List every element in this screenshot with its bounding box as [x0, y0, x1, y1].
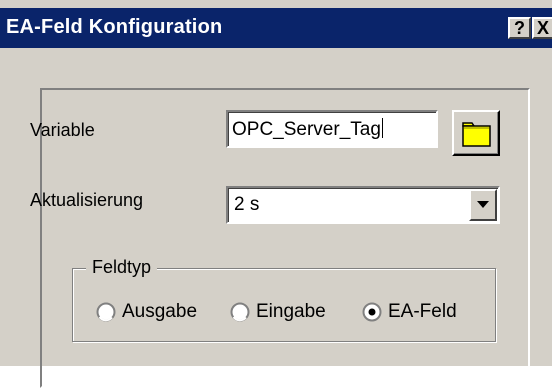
update-interval-value: 2 s: [234, 194, 260, 215]
update-interval-select[interactable]: 2 s: [226, 186, 500, 224]
chevron-down-icon: [477, 201, 489, 208]
fieldtype-group-title: Feldtyp: [86, 257, 158, 278]
update-interval-label: Aktualisierung: [30, 190, 144, 210]
variable-label: Variable: [30, 120, 95, 140]
browse-variable-button[interactable]: [452, 110, 500, 156]
folder-icon: [462, 122, 491, 147]
variable-input[interactable]: OPC_Server_Tag: [226, 110, 438, 148]
window-title: EA-Feld Konfiguration: [6, 16, 223, 38]
radio-label: Eingabe: [256, 301, 326, 322]
radio-label: EA-Feld: [388, 301, 457, 322]
dropdown-button[interactable]: [469, 189, 497, 221]
radio-label: Ausgabe: [122, 301, 198, 322]
title-bar[interactable]: EA-Feld Konfiguration ? X: [0, 8, 552, 48]
help-button[interactable]: ?: [508, 17, 531, 39]
radio-checked-icon: [362, 302, 382, 322]
text-caret: [381, 118, 383, 138]
close-button[interactable]: X: [532, 17, 552, 39]
variable-input-value: OPC_Server_Tag: [232, 119, 381, 140]
radio-unchecked-icon: [96, 302, 116, 322]
dialog-window: EA-Feld Konfiguration ? X Variable OPC_S…: [0, 0, 552, 388]
radio-unchecked-icon: [230, 302, 250, 322]
